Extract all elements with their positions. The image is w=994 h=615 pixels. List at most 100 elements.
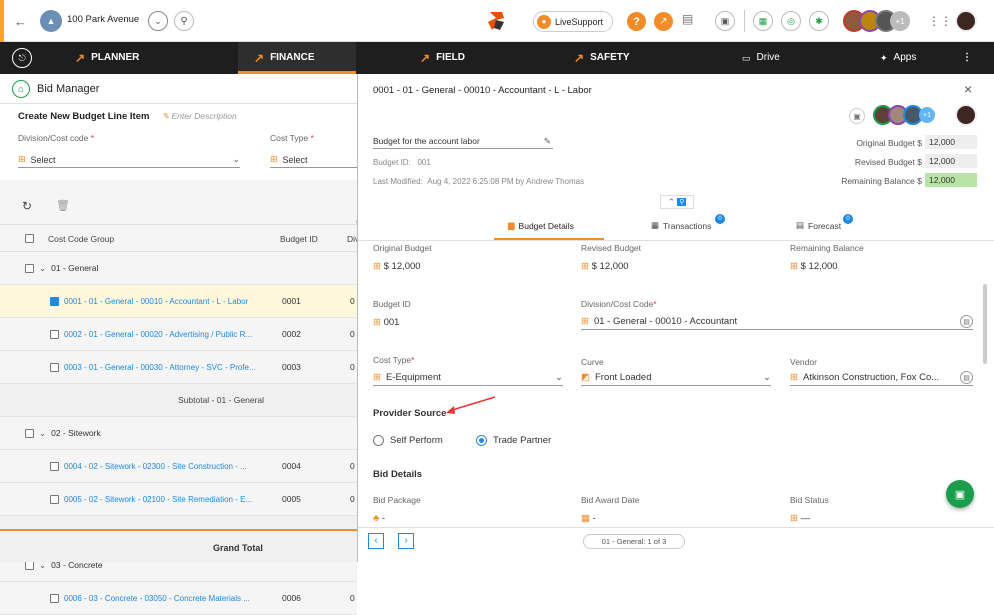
row-checkbox[interactable]: [50, 461, 59, 471]
group-checkbox[interactable]: [25, 428, 34, 438]
back-arrow-icon[interactable]: ←: [14, 14, 27, 29]
division-cost-code-field[interactable]: ⊞ 01 - General - 00010 - Accountant ▤: [581, 314, 973, 330]
help-icon[interactable]: ?: [627, 12, 646, 31]
col-budget-id[interactable]: Budget ID: [280, 234, 318, 244]
annotation-arrow: [446, 396, 496, 414]
row-cost-code[interactable]: 0004 - 02 - Sitework - 02300 - Site Cons…: [64, 462, 274, 471]
menu-toggle-icon[interactable]: ⎋: [12, 48, 32, 68]
collapse-toggle[interactable]: ⌃ ⚲: [660, 195, 694, 209]
original-budget-summary-label: Original Budget $: [856, 138, 922, 148]
delete-icon[interactable]: 🗑: [56, 199, 70, 212]
description-value: Budget for the account labor: [373, 136, 480, 146]
row-cost-code[interactable]: 0001 - 01 - General - 00010 - Accountant…: [64, 297, 274, 306]
nav-drive[interactable]: ▭ Drive: [742, 42, 780, 74]
curve-select[interactable]: ◩ Front Loaded ⌄: [581, 370, 771, 386]
table-row[interactable]: 0003 - 01 - General - 00030 - Attorney -…: [0, 351, 357, 384]
table-row[interactable]: 0004 - 02 - Sitework - 02300 - Site Cons…: [0, 450, 357, 483]
group-checkbox[interactable]: [25, 263, 34, 273]
original-budget-label: Original Budget: [373, 243, 432, 253]
search-icon[interactable]: ⚲: [174, 11, 194, 31]
group-row[interactable]: ⌄ 02 - Sitework: [0, 417, 357, 450]
budget-id-label: Budget ID: [373, 299, 411, 309]
messages-icon[interactable]: ▣: [849, 108, 865, 124]
row-cost-code[interactable]: 0002 - 01 - General - 00020 - Advertisin…: [64, 330, 274, 339]
row-checkbox[interactable]: [50, 362, 59, 372]
select-all-checkbox[interactable]: [25, 234, 34, 243]
close-icon[interactable]: ×: [964, 81, 972, 97]
group-row[interactable]: ⌄ 01 - General: [0, 252, 357, 285]
quick-action-icon[interactable]: ↗: [654, 12, 673, 31]
report-icon[interactable]: ▦: [753, 11, 773, 31]
project-name[interactable]: 100 Park Avenue: [67, 14, 139, 25]
apps-icon: ✦: [880, 53, 888, 63]
row-checkbox[interactable]: [50, 494, 59, 504]
division-select[interactable]: ⊞ Select ⌄: [18, 152, 240, 168]
table-row[interactable]: 0006 - 03 - Concrete - 03050 - Concrete …: [0, 582, 357, 615]
row-checkbox[interactable]: [50, 593, 59, 603]
remaining-balance-value-text: $ 12,000: [800, 261, 838, 272]
chat-icon[interactable]: ◎: [781, 11, 801, 31]
more-avatars-badge[interactable]: +1: [890, 11, 910, 31]
row-cost-code[interactable]: 0005 - 02 - Sitework - 02100 - Site Reme…: [64, 495, 274, 504]
calculator-icon: ▤: [796, 220, 805, 230]
clipboard-icon[interactable]: ▤: [682, 12, 697, 31]
cost-type-select[interactable]: ⊞ Select: [270, 152, 357, 168]
bid-status-value[interactable]: ⊞ —: [790, 513, 810, 524]
transactions-badge: 0: [715, 214, 725, 224]
description-field[interactable]: Budget for the account labor ✎: [373, 136, 553, 149]
bid-package-value[interactable]: ♣ -: [373, 513, 385, 524]
budget-id-value: ⊞ 001: [373, 317, 399, 328]
more-avatars-badge[interactable]: +1: [919, 107, 935, 123]
bid-award-date-value[interactable]: ▦ -: [581, 513, 596, 524]
row-division-cut: 0: [350, 362, 355, 372]
save-button[interactable]: ▣: [946, 480, 974, 508]
remaining-balance-value: ⊞ $ 12,000: [790, 261, 838, 272]
table-row[interactable]: 0005 - 02 - Sitework - 02100 - Site Reme…: [0, 483, 357, 516]
next-record-button[interactable]: ›: [398, 533, 414, 549]
refresh-icon[interactable]: ↻: [22, 199, 32, 213]
cost-type-select[interactable]: ⊞ E-Equipment ⌄: [373, 370, 563, 386]
owner-avatar[interactable]: [955, 104, 977, 126]
chevron-down-icon: ⌄: [763, 372, 771, 383]
table-row[interactable]: 0002 - 01 - General - 00020 - Advertisin…: [0, 318, 357, 351]
revised-budget-value-text: $ 12,000: [591, 261, 629, 272]
live-support-button[interactable]: ● LiveSupport: [533, 11, 613, 32]
lookup-icon[interactable]: ▤: [960, 315, 973, 328]
user-avatar[interactable]: [955, 10, 977, 32]
apps-grid-icon[interactable]: ⋮⋮: [928, 14, 952, 28]
home-icon[interactable]: ⌂: [12, 80, 30, 98]
cost-type-value: E-Equipment: [385, 372, 441, 383]
tab-budget-details[interactable]: ▆ Budget Details: [508, 220, 574, 231]
revised-budget-label: Revised Budget: [581, 243, 642, 253]
vendor-field[interactable]: ⊞ Atkinson Construction, Fox Co... ▤: [790, 370, 973, 386]
trade-partner-radio[interactable]: Trade Partner: [476, 435, 551, 446]
nav-more-icon[interactable]: ⋮: [962, 42, 972, 74]
col-cost-code-group[interactable]: Cost Code Group: [48, 234, 114, 244]
row-cost-code[interactable]: 0003 - 01 - General - 00030 - Attorney -…: [64, 363, 274, 372]
row-checkbox[interactable]: [50, 329, 59, 339]
chevron-down-icon[interactable]: ⌄: [39, 263, 46, 274]
project-dropdown-icon[interactable]: ⌄: [148, 11, 168, 31]
tab-transactions[interactable]: ▦ Transactions: [651, 220, 711, 231]
nav-finance[interactable]: ↗ FINANCE: [254, 42, 315, 74]
edit-icon[interactable]: ✎: [544, 136, 551, 147]
chevron-down-icon: ⌄: [555, 372, 563, 383]
team-icon[interactable]: ✱: [809, 11, 829, 31]
table-row[interactable]: 0001 - 01 - General - 00010 - Accountant…: [0, 285, 357, 318]
messages-icon[interactable]: ▣: [715, 11, 735, 31]
row-cost-code[interactable]: 0006 - 03 - Concrete - 03050 - Concrete …: [64, 594, 274, 603]
lookup-icon[interactable]: ▤: [960, 371, 973, 384]
self-perform-radio[interactable]: Self Perform: [373, 435, 443, 446]
nav-safety[interactable]: ↗ SAFETY: [574, 42, 630, 74]
tab-forecast[interactable]: ▤ Forecast: [796, 220, 841, 231]
project-avatar: ▲: [40, 10, 62, 32]
nav-planner[interactable]: ↗ PLANNER: [75, 42, 139, 74]
save-icon: ▣: [954, 488, 966, 501]
nav-apps[interactable]: ✦ Apps: [880, 42, 916, 74]
prev-record-button[interactable]: ‹: [368, 533, 384, 549]
description-input[interactable]: ✎ Enter Description: [162, 111, 237, 122]
row-checkbox[interactable]: [50, 296, 59, 306]
scrollbar[interactable]: [983, 284, 987, 364]
nav-field[interactable]: ↗ FIELD: [420, 42, 465, 74]
chevron-down-icon[interactable]: ⌄: [39, 428, 46, 439]
